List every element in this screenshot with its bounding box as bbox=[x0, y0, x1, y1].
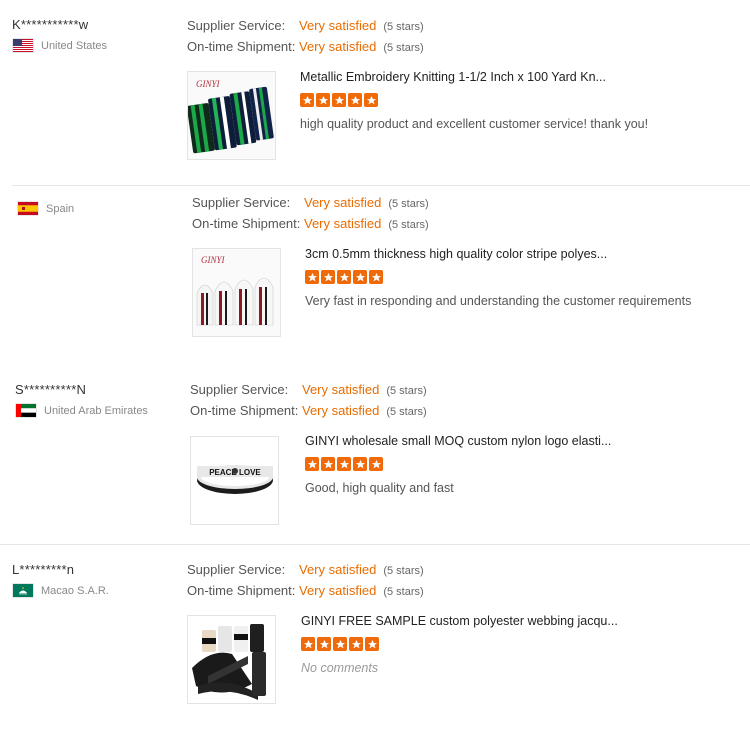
star-icon bbox=[337, 457, 351, 471]
us-flag-icon bbox=[13, 39, 33, 52]
rating-star-count: (5 stars) bbox=[383, 586, 424, 598]
supplier-service-label: Supplier Service: bbox=[190, 382, 289, 397]
star-icon bbox=[353, 457, 367, 471]
review-divider bbox=[12, 185, 750, 186]
country-name: United Arab Emirates bbox=[44, 404, 148, 417]
ontime-shipment-rating: On-time Shipment: Very satisfied (5 star… bbox=[190, 403, 427, 418]
supplier-service-rating: Supplier Service: Very satisfied (5 star… bbox=[187, 562, 424, 577]
star-icon bbox=[369, 270, 383, 284]
buyer-country: United Arab Emirates bbox=[16, 404, 148, 417]
star-icon bbox=[337, 270, 351, 284]
buyer-country: United States bbox=[13, 39, 107, 52]
star-icon bbox=[321, 457, 335, 471]
uae-flag-icon bbox=[16, 404, 36, 417]
star-icon bbox=[317, 637, 331, 651]
ontime-shipment-rating: On-time Shipment: Very satisfied (5 star… bbox=[192, 216, 429, 231]
review-comment: Very fast in responding and understandin… bbox=[305, 294, 692, 308]
rating-value: Very satisfied bbox=[302, 382, 380, 397]
supplier-service-label: Supplier Service: bbox=[192, 195, 291, 210]
country-name: Macao S.A.R. bbox=[41, 584, 109, 597]
country-name: Spain bbox=[46, 202, 75, 215]
product-thumbnail[interactable] bbox=[187, 615, 276, 704]
star-icon bbox=[305, 457, 319, 471]
review-comment: high quality product and excellent custo… bbox=[300, 117, 649, 131]
rating-star-count: (5 stars) bbox=[386, 406, 427, 418]
star-icon bbox=[353, 270, 367, 284]
rating-star-count: (5 stars) bbox=[388, 219, 429, 231]
star-icon bbox=[333, 637, 347, 651]
buyer-country: Spain bbox=[18, 202, 74, 215]
review-comment: Good, high quality and fast bbox=[305, 481, 454, 495]
product-title-link[interactable]: Metallic Embroidery Knitting 1-1/2 Inch … bbox=[300, 70, 606, 84]
star-icon bbox=[316, 93, 330, 107]
buyer-country: Macao S.A.R. bbox=[13, 584, 109, 597]
supplier-service-label: Supplier Service: bbox=[187, 562, 286, 577]
star-rating bbox=[300, 93, 378, 107]
ontime-shipment-label: On-time Shipment: bbox=[190, 403, 299, 418]
buyer-name: L*********n bbox=[12, 562, 75, 577]
star-icon bbox=[305, 270, 319, 284]
star-rating bbox=[305, 270, 383, 284]
macao-flag-icon bbox=[13, 584, 33, 597]
product-title-link[interactable]: GINYI FREE SAMPLE custom polyester webbi… bbox=[301, 614, 618, 628]
product-title-link[interactable]: 3cm 0.5mm thickness high quality color s… bbox=[305, 247, 607, 261]
product-thumbnail[interactable]: GINYI bbox=[187, 71, 276, 160]
star-icon bbox=[364, 93, 378, 107]
product-thumbnail[interactable]: GINYI bbox=[192, 248, 281, 337]
supplier-service-rating: Supplier Service: Very satisfied (5 star… bbox=[190, 382, 427, 397]
supplier-service-rating: Supplier Service: Very satisfied (5 star… bbox=[192, 195, 429, 210]
ontime-shipment-label: On-time Shipment: bbox=[187, 39, 296, 54]
rating-value: Very satisfied bbox=[304, 195, 382, 210]
star-icon bbox=[349, 637, 363, 651]
review-comment: No comments bbox=[301, 661, 379, 675]
ontime-shipment-label: On-time Shipment: bbox=[192, 216, 301, 231]
star-icon bbox=[321, 270, 335, 284]
rating-star-count: (5 stars) bbox=[383, 42, 424, 54]
star-rating bbox=[305, 457, 383, 471]
rating-value: Very satisfied bbox=[299, 39, 377, 54]
rating-value: Very satisfied bbox=[299, 562, 377, 577]
rating-star-count: (5 stars) bbox=[383, 21, 424, 33]
spain-flag-icon bbox=[18, 202, 38, 215]
rating-value: Very satisfied bbox=[299, 583, 377, 598]
brand-logo: GINYI bbox=[196, 79, 221, 89]
review-divider bbox=[0, 544, 750, 545]
star-icon bbox=[301, 637, 315, 651]
rating-value: Very satisfied bbox=[304, 216, 382, 231]
rating-value: Very satisfied bbox=[302, 403, 380, 418]
ontime-shipment-label: On-time Shipment: bbox=[187, 583, 296, 598]
star-rating bbox=[301, 637, 379, 651]
country-name: United States bbox=[41, 39, 108, 52]
star-icon bbox=[348, 93, 362, 107]
star-icon bbox=[365, 637, 379, 651]
buyer-name: K***********w bbox=[12, 17, 89, 32]
product-thumbnail[interactable]: PEACE LOVE bbox=[190, 436, 279, 525]
supplier-service-label: Supplier Service: bbox=[187, 18, 286, 33]
rating-star-count: (5 stars) bbox=[388, 198, 429, 210]
supplier-service-rating: Supplier Service: Very satisfied (5 star… bbox=[187, 18, 424, 33]
rating-star-count: (5 stars) bbox=[383, 565, 424, 577]
rating-value: Very satisfied bbox=[299, 18, 377, 33]
star-icon bbox=[369, 457, 383, 471]
ontime-shipment-rating: On-time Shipment: Very satisfied (5 star… bbox=[187, 583, 424, 598]
star-icon bbox=[300, 93, 314, 107]
product-title-link[interactable]: GINYI wholesale small MOQ custom nylon l… bbox=[305, 434, 611, 448]
rating-star-count: (5 stars) bbox=[386, 385, 427, 397]
buyer-name: S**********N bbox=[15, 382, 87, 397]
brand-logo: GINYI bbox=[201, 255, 226, 265]
star-icon bbox=[332, 93, 346, 107]
ontime-shipment-rating: On-time Shipment: Very satisfied (5 star… bbox=[187, 39, 424, 54]
